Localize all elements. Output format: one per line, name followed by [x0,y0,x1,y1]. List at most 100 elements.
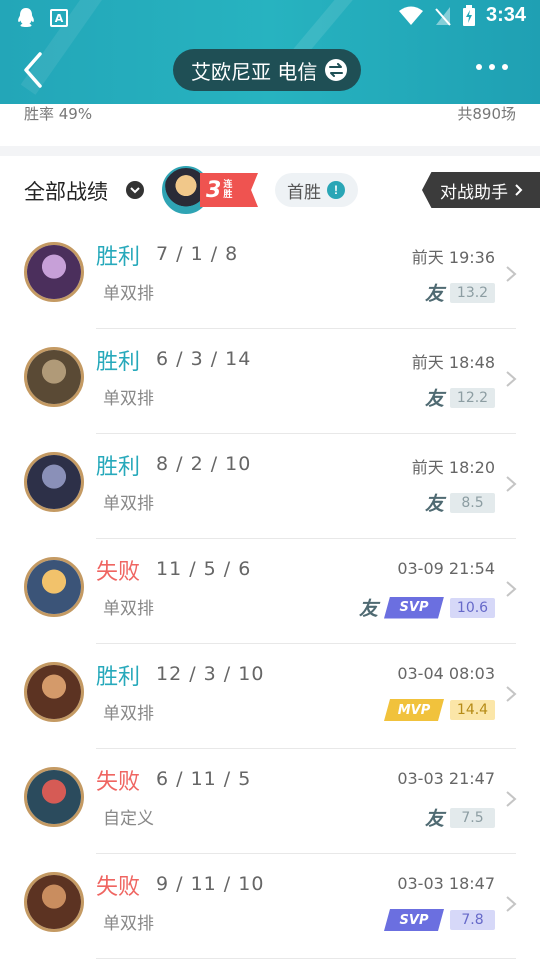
match-row[interactable]: 胜利 8 / 2 / 10 单双排 前天 18:20 友 8.5 [0,434,540,539]
dot-icon [502,64,508,70]
friend-icon: 友 [358,598,378,620]
match-kda: 9 / 11 / 10 [156,873,265,895]
champion-avatar [24,662,84,722]
section-header: 全部战绩 3 连胜 首胜 ! 对战助手 [0,156,540,224]
match-row[interactable]: 胜利 12 / 3 / 10 单双排 03-04 08:03 MVP 14.4 [0,644,540,749]
dot-icon [489,64,495,70]
match-result: 失败 [96,560,141,585]
section-title[interactable]: 全部战绩 [24,176,108,206]
match-score: 13.2 [450,282,495,303]
match-kda: 11 / 5 / 6 [156,558,252,580]
chevron-right-icon [506,896,517,912]
match-mode: 自定义 [103,809,154,829]
wifi-icon [398,6,423,25]
champion-avatar [24,872,84,932]
win-streak-badge[interactable]: 3 连胜 [162,166,258,214]
battery-charging-icon [462,4,475,26]
match-tags: 友 13.2 [425,279,495,306]
match-kda: 8 / 2 / 10 [156,453,252,475]
match-time: 03-04 08:03 [397,664,495,683]
mvp-badge: MVP [384,699,444,721]
win-rate: 胜率 49% [24,105,93,123]
chevron-right-icon [506,266,517,282]
match-row[interactable]: 胜利 6 / 3 / 14 单双排 前天 18:48 友 12.2 [0,329,540,434]
match-result: 胜利 [96,245,141,270]
friend-icon: 友 [424,808,444,830]
champion-avatar [24,242,84,302]
streak-label: 连胜 [223,180,233,200]
app-a-icon: A [50,9,68,27]
match-tags: 友 SVP 10.6 [359,594,495,621]
server-selector[interactable]: 艾欧尼亚 电信 [173,49,362,91]
match-result: 胜利 [96,455,141,480]
friend-icon: 友 [424,493,444,515]
match-list: 胜利 7 / 1 / 8 单双排 前天 19:36 友 13.2 胜利 6 / … [0,224,540,959]
match-time: 前天 18:20 [411,458,495,477]
match-score: 8.5 [450,492,495,513]
champion-avatar [24,557,84,617]
match-result: 胜利 [96,350,141,375]
match-mode: 单双排 [103,599,154,619]
battle-assistant-label: 对战助手 [440,182,508,203]
total-games: 共890场 [457,105,516,123]
match-mode: 单双排 [103,494,154,514]
chevron-right-icon [506,686,517,702]
status-bar: A 3:34 [0,0,540,36]
top-header: A 3:34 艾欧尼亚 电信 [0,0,540,104]
streak-ribbon: 3 连胜 [200,173,258,207]
swap-icon [325,59,348,81]
match-mode: 单双排 [103,704,154,724]
chevron-right-icon [506,581,517,597]
match-history-panel: 全部战绩 3 连胜 首胜 ! 对战助手 胜利 7 / 1 / 8 单双排 前天 … [0,156,540,960]
match-score: 14.4 [450,700,495,720]
match-row[interactable]: 失败 6 / 11 / 5 自定义 03-03 21:47 友 7.5 [0,749,540,854]
more-options-button[interactable] [476,64,508,70]
champion-avatar [24,347,84,407]
match-tags: MVP 14.4 [384,699,495,721]
champion-avatar [24,767,84,827]
match-score: 7.5 [450,807,495,828]
friend-icon: 友 [424,388,444,410]
clock: 3:34 [485,4,526,26]
match-tags: 友 8.5 [425,489,495,516]
champion-avatar [24,452,84,512]
match-row[interactable]: 失败 9 / 11 / 10 单双排 03-03 18:47 SVP 7.8 [0,854,540,959]
match-mode: 单双排 [103,914,154,934]
match-score: 7.8 [450,910,495,930]
chevron-right-icon [506,791,517,807]
match-row[interactable]: 胜利 7 / 1 / 8 单双排 前天 19:36 友 13.2 [0,224,540,329]
chevron-down-icon[interactable] [126,181,144,199]
qq-icon [18,8,34,27]
match-time: 前天 18:48 [411,353,495,372]
chevron-right-icon [506,371,517,387]
svp-badge: SVP [384,909,444,931]
match-kda: 7 / 1 / 8 [156,243,239,265]
match-time: 前天 19:36 [411,248,495,267]
info-icon: ! [327,181,345,199]
match-kda: 6 / 3 / 14 [156,348,252,370]
match-mode: 单双排 [103,389,154,409]
chevron-right-icon [506,476,517,492]
first-win-button[interactable]: 首胜 ! [275,173,358,207]
svp-badge: SVP [384,596,444,619]
match-result: 失败 [96,770,141,795]
match-tags: SVP 7.8 [384,909,495,931]
back-arrow-icon[interactable] [18,50,52,90]
match-score: 12.2 [450,387,495,408]
match-result: 胜利 [96,665,141,690]
match-kda: 12 / 3 / 10 [156,663,265,685]
battle-assistant-button[interactable]: 对战助手 [422,172,540,208]
first-win-label: 首胜 [287,182,321,203]
streak-count: 3 [206,177,222,203]
match-time: 03-03 21:47 [397,769,495,788]
match-row[interactable]: 失败 11 / 5 / 6 单双排 03-09 21:54 友 SVP 10.6 [0,539,540,644]
stats-strip: 胜率 49% 共890场 [0,104,540,146]
match-result: 失败 [96,875,141,900]
friend-icon: 友 [424,283,444,305]
match-time: 03-09 21:54 [397,559,495,578]
no-signal-icon [435,6,451,26]
server-name: 艾欧尼亚 电信 [191,59,318,84]
match-tags: 友 7.5 [425,804,495,831]
chevron-right-icon [515,184,523,196]
match-mode: 单双排 [103,284,154,304]
